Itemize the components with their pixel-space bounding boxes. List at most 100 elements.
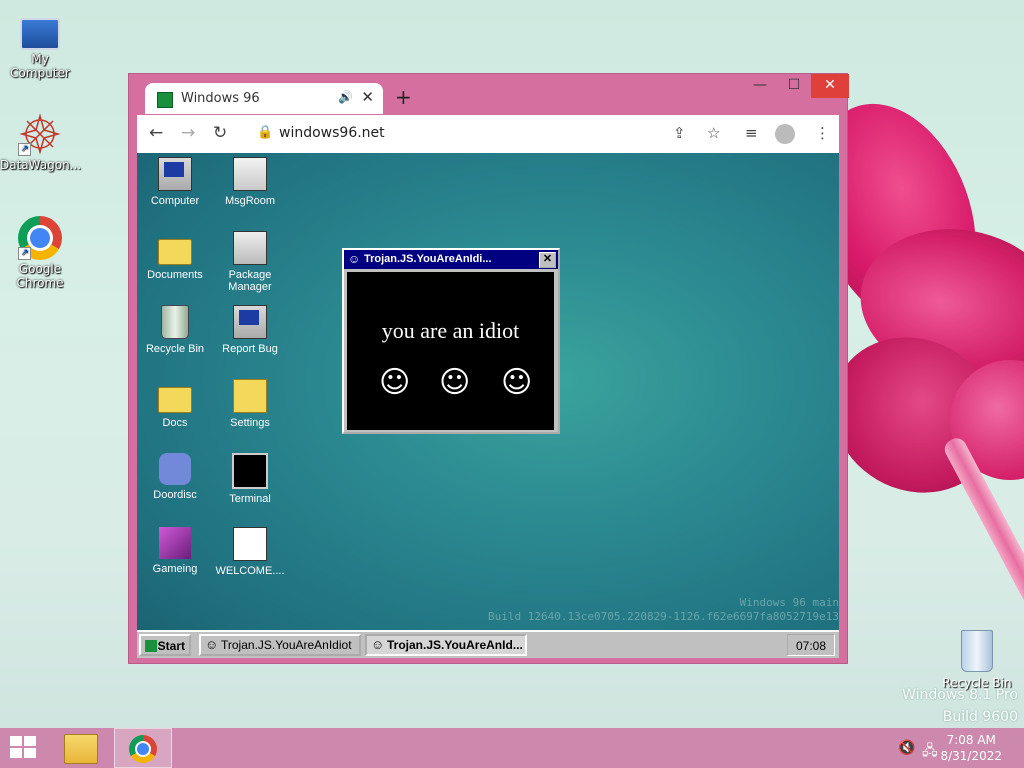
smiley-face-icon: ☺ [439,365,471,400]
discord-icon [159,453,191,485]
trojan-window-title: Trojan.JS.YouAreAnIdi... [364,253,492,265]
datawagon-icon: ↗ [18,112,62,156]
computer-icon [158,157,192,191]
desktop-icon-my-computer[interactable]: My Computer [0,10,80,80]
build-line-1: Windows 96 main [739,596,839,609]
lock-icon[interactable]: 🔒 [257,125,273,140]
tab-strip: Windows 96 🔊 ✕ + — ☐ ✕ [129,74,849,114]
windows96-favicon-icon [157,92,173,108]
share-icon[interactable]: ⇪ [673,124,686,142]
browser-tab[interactable]: Windows 96 🔊 ✕ [145,83,383,114]
w96-icon-report-bug[interactable]: Report Bug [212,305,288,355]
taskbar-button-trojan-1[interactable]: Trojan.JS.YouAreAnIdiot [199,634,361,656]
volume-muted-icon[interactable]: 🔇 [898,740,915,756]
desktop-icon-recycle-bin[interactable]: Recycle Bin [940,630,1014,690]
trojan-window[interactable]: Trojan.JS.YouAreAnIdi... ✕ you are an id… [342,248,560,434]
browser-toolbar: ← → ↻ 🔒 windows96.net ⇪ ☆ ≡ ⋮ [137,115,839,153]
trojan-message: you are an idiot [381,318,520,343]
bug-report-icon [233,305,267,339]
w96-icon-recycle-bin[interactable]: Recycle Bin [137,305,213,355]
close-window-button[interactable]: ✕ [811,74,849,98]
clock-time: 7:08 AM [946,733,996,747]
icon-label: Computer [150,195,200,207]
icon-label: Recycle Bin [145,343,205,355]
menu-dots-icon[interactable]: ⋮ [815,124,830,142]
watermark-edition: Windows 8.1 Pro [902,687,1018,703]
msgroom-icon [233,157,267,191]
os-watermark: Windows 8.1 Pro Build 9600 [902,684,1018,728]
desktop-icon-google-chrome[interactable]: ↗ Google Chrome [0,216,80,290]
w96-icon-msgroom[interactable]: MsgRoom [212,157,288,207]
icon-label: Package Manager [228,269,272,293]
smiley-face-icon: ☺ [501,365,533,400]
file-explorer-icon[interactable] [64,734,98,764]
back-arrow-icon[interactable]: ← [149,123,163,143]
icon-label: Docs [162,417,188,429]
trojan-window-content: you are an idiot ☺ ☺ ☺ [347,272,554,430]
desktop-icon-label: Google Chrome [16,262,64,290]
w96-icon-docs[interactable]: Docs [137,379,213,429]
desktop-icon-datawagon[interactable]: ↗ DataWagon... [0,112,82,172]
settings-icon [233,379,267,413]
w96-clock: 07:08 [787,634,835,656]
address-bar[interactable]: windows96.net [279,125,385,141]
w96-icon-settings[interactable]: Settings [212,379,288,429]
taskbar-button-trojan-2[interactable]: Trojan.JS.YouAreAnId... [365,634,527,656]
bookmark-star-icon[interactable]: ☆ [707,124,720,142]
w96-icon-welcome[interactable]: WELCOME.... [212,527,288,577]
build-line-2: Build 12640.13ce0705.220829-1126.f62e669… [488,610,839,623]
terminal-icon [232,453,268,489]
w96-icon-computer[interactable]: Computer [137,157,213,207]
profile-avatar-icon[interactable] [775,124,795,144]
icon-label: Settings [230,417,270,429]
minimize-button[interactable]: — [743,74,777,98]
chrome-icon: ↗ [18,216,62,260]
icon-label: WELCOME.... [215,565,285,577]
w96-icon-terminal[interactable]: Terminal [212,453,288,505]
close-icon[interactable]: ✕ [539,252,556,268]
network-icon[interactable]: 🖧 [922,740,938,764]
shortcut-arrow-icon: ↗ [18,247,31,260]
trojan-window-titlebar[interactable]: Trojan.JS.YouAreAnIdi... ✕ [344,250,558,269]
tab-close-icon[interactable]: ✕ [361,88,374,106]
markdown-file-icon [233,527,267,561]
game-cube-icon [159,527,191,559]
icon-label: Terminal [229,493,271,505]
media-control-icon[interactable]: ≡ [745,124,758,142]
desktop-icon-label: DataWagon... [0,158,82,172]
w96-icon-documents[interactable]: Documents [137,231,213,281]
system-clock[interactable]: 7:08 AM 8/31/2022 [940,732,1002,764]
recycle-bin-icon [961,630,993,672]
folder-icon [158,239,192,265]
windows-start-icon[interactable] [10,736,38,760]
icon-label: Report Bug [222,343,278,355]
reload-icon[interactable]: ↻ [213,123,227,143]
taskbar-chrome-button[interactable] [114,728,172,768]
w96-icon-package-manager[interactable]: Package Manager [212,231,288,293]
recycle-bin-icon [161,305,189,339]
computer-icon [20,18,60,50]
folder-icon [158,387,192,413]
icon-label: Gameing [152,563,198,575]
smiley-face-icon: ☺ [379,365,411,400]
shortcut-arrow-icon: ↗ [18,143,31,156]
maximize-button[interactable]: ☐ [777,74,811,98]
browser-window: Windows 96 🔊 ✕ + — ☐ ✕ ← → ↻ 🔒 windows96… [128,73,849,664]
start-button[interactable]: Start [139,634,191,656]
w96-icon-gameing[interactable]: Gameing [137,527,213,575]
windows96-desktop: Computer MsgRoom Documents Package Manag… [137,153,839,658]
chrome-icon [129,735,157,763]
w96-icon-doordisc[interactable]: Doordisc [137,453,213,501]
icon-label: Doordisc [153,489,197,501]
build-info: Windows 96 main Build 12640.13ce0705.220… [488,596,839,624]
w96-taskbar: Start Trojan.JS.YouAreAnIdiot Trojan.JS.… [137,630,839,658]
icon-label: Documents [147,269,203,281]
speaker-icon[interactable]: 🔊 [338,90,353,104]
host-taskbar: 🔇 🖧 7:08 AM 8/31/2022 [0,728,1024,768]
clock-date: 8/31/2022 [940,749,1002,763]
package-icon [233,231,267,265]
forward-arrow-icon[interactable]: → [181,123,195,143]
watermark-build: Build 9600 [942,709,1018,725]
new-tab-button[interactable]: + [395,87,412,107]
icon-label: MsgRoom [224,195,276,207]
